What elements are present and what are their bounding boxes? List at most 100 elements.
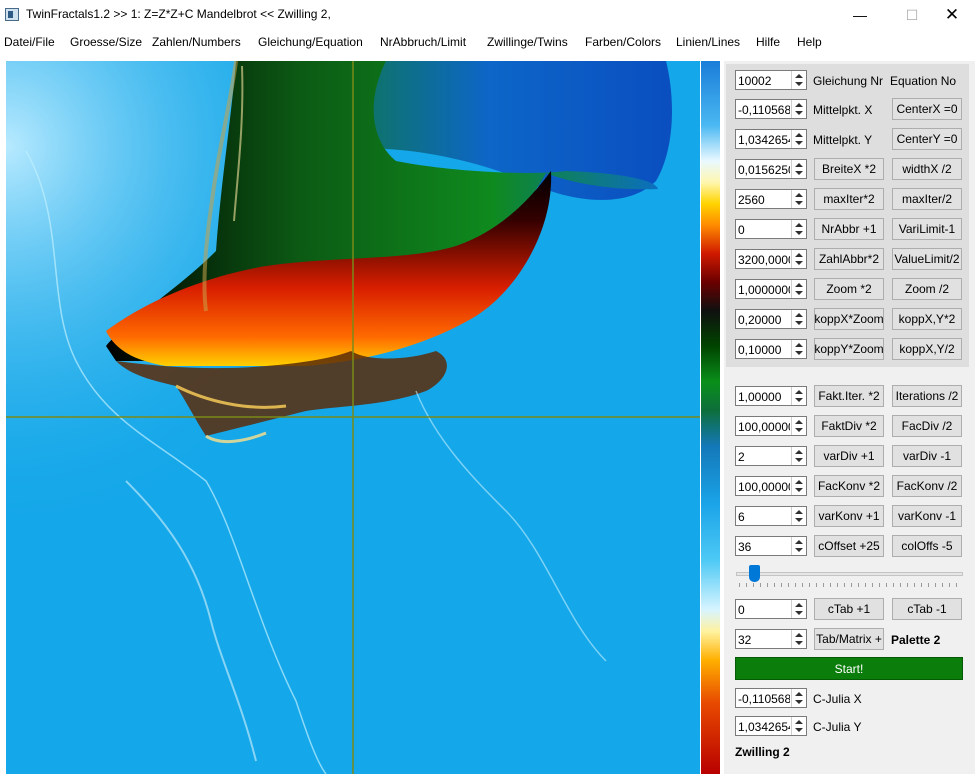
spin-down-icon[interactable] (795, 351, 803, 355)
kopp-y-spinner[interactable]: 0,10000 (735, 339, 807, 359)
spin-up-icon[interactable] (795, 390, 803, 394)
spin-down-icon[interactable] (795, 728, 803, 732)
menu-numbers[interactable]: Zahlen/Numbers (152, 35, 241, 49)
kopp-x-spinner[interactable]: 0,20000 (735, 309, 807, 329)
spin-down-icon[interactable] (795, 700, 803, 704)
width-spinner[interactable]: 0,01562500 (735, 159, 807, 179)
value-limit-half-button[interactable]: ValueLimit/2 (892, 248, 962, 270)
spin-down-icon[interactable] (795, 611, 803, 615)
spin-up-icon[interactable] (795, 193, 803, 197)
fakt-iter-spinner[interactable]: 1,00000 (735, 386, 807, 406)
spin-down-icon[interactable] (795, 82, 803, 86)
menu-lines[interactable]: Linien/Lines (676, 35, 740, 49)
menu-file[interactable]: Datei/File (4, 35, 55, 49)
spin-up-icon[interactable] (795, 223, 803, 227)
spin-down-icon[interactable] (795, 201, 803, 205)
close-button[interactable]: ✕ (929, 0, 975, 30)
kopp-x-zoom-button[interactable]: koppX*Zoom (814, 308, 884, 330)
max-iter-double-button[interactable]: maxIter*2 (814, 188, 884, 210)
spin-down-icon[interactable] (795, 261, 803, 265)
zahl-abbr-spinner[interactable]: 3200,00000 (735, 249, 807, 269)
spin-up-icon[interactable] (795, 313, 803, 317)
menu-help[interactable]: Help (797, 35, 822, 49)
menu-twins[interactable]: Zwillinge/Twins (487, 35, 568, 49)
spin-down-icon[interactable] (795, 141, 803, 145)
color-offset-slider[interactable] (736, 572, 963, 576)
equation-spinner[interactable]: 10002 (735, 70, 807, 90)
center-y-reset-button[interactable]: CenterY =0 (892, 128, 962, 150)
kopp-y-zoom-button[interactable]: koppY*Zoom (814, 338, 884, 360)
center-x-spinner[interactable]: -0,1105682 (735, 99, 807, 119)
spin-up-icon[interactable] (795, 603, 803, 607)
menu-colors[interactable]: Farben/Colors (585, 35, 661, 49)
spin-up-icon[interactable] (795, 720, 803, 724)
spin-down-icon[interactable] (795, 458, 803, 462)
spin-up-icon[interactable] (795, 510, 803, 514)
spin-down-icon[interactable] (795, 398, 803, 402)
spin-down-icon[interactable] (795, 518, 803, 522)
max-iter-spinner[interactable]: 2560 (735, 189, 807, 209)
start-button[interactable]: Start! (735, 657, 963, 680)
zoom-double-button[interactable]: Zoom *2 (814, 278, 884, 300)
c-offset-increment-button[interactable]: cOffset +25 (814, 535, 884, 557)
c-julia-x-spinner[interactable]: -0,1105682 (735, 688, 807, 708)
width-half-button[interactable]: widthX /2 (892, 158, 962, 180)
spin-up-icon[interactable] (795, 103, 803, 107)
c-tab-increment-button[interactable]: cTab +1 (814, 598, 884, 620)
spin-up-icon[interactable] (795, 74, 803, 78)
c-offset-spinner[interactable]: 36 (735, 536, 807, 556)
spin-up-icon[interactable] (795, 420, 803, 424)
menu-limit[interactable]: NrAbbruch/Limit (380, 35, 466, 49)
c-julia-y-spinner[interactable]: 1,03426542 (735, 716, 807, 736)
spin-down-icon[interactable] (795, 291, 803, 295)
nr-abbr-spinner[interactable]: 0 (735, 219, 807, 239)
fac-konv-double-button[interactable]: FacKonv *2 (814, 475, 884, 497)
iterations-half-button[interactable]: Iterations /2 (892, 385, 962, 407)
spin-down-icon[interactable] (795, 111, 803, 115)
zoom-spinner[interactable]: 1,00000000 (735, 279, 807, 299)
spin-down-icon[interactable] (795, 428, 803, 432)
minimize-button[interactable]: — (837, 0, 883, 30)
c-tab-spinner[interactable]: 0 (735, 599, 807, 619)
spin-down-icon[interactable] (795, 641, 803, 645)
c-tab-decrement-button[interactable]: cTab -1 (892, 598, 962, 620)
spin-up-icon[interactable] (795, 253, 803, 257)
spin-up-icon[interactable] (795, 163, 803, 167)
var-konv-increment-button[interactable]: varKonv +1 (814, 505, 884, 527)
col-offs-decrement-button[interactable]: colOffs -5 (892, 535, 962, 557)
var-div-spinner[interactable]: 2 (735, 446, 807, 466)
zoom-half-button[interactable]: Zoom /2 (892, 278, 962, 300)
menu-size[interactable]: Groesse/Size (70, 35, 142, 49)
spin-up-icon[interactable] (795, 343, 803, 347)
zahl-abbr-double-button[interactable]: ZahlAbbr*2 (814, 248, 884, 270)
fac-konv-spinner[interactable]: 100,00000 (735, 476, 807, 496)
spin-up-icon[interactable] (795, 450, 803, 454)
spin-up-icon[interactable] (795, 692, 803, 696)
nr-abbr-increment-button[interactable]: NrAbbr +1 (814, 218, 884, 240)
menu-hilfe[interactable]: Hilfe (756, 35, 780, 49)
width-double-button[interactable]: BreiteX *2 (814, 158, 884, 180)
spin-up-icon[interactable] (795, 283, 803, 287)
spin-up-icon[interactable] (795, 133, 803, 137)
vari-limit-decrement-button[interactable]: VariLimit-1 (892, 218, 962, 240)
var-div-decrement-button[interactable]: varDiv -1 (892, 445, 962, 467)
center-y-spinner[interactable]: 1,03426542 (735, 129, 807, 149)
fac-konv-half-button[interactable]: FacKonv /2 (892, 475, 962, 497)
fakt-iter-double-button[interactable]: Fakt.Iter. *2 (814, 385, 884, 407)
spin-down-icon[interactable] (795, 321, 803, 325)
slider-thumb[interactable] (748, 565, 760, 582)
fac-div-half-button[interactable]: FacDiv /2 (892, 415, 962, 437)
spin-up-icon[interactable] (795, 633, 803, 637)
fakt-div-double-button[interactable]: FaktDiv *2 (814, 415, 884, 437)
spin-down-icon[interactable] (795, 171, 803, 175)
fractal-canvas[interactable] (6, 61, 700, 774)
var-konv-spinner[interactable]: 6 (735, 506, 807, 526)
var-konv-decrement-button[interactable]: varKonv -1 (892, 505, 962, 527)
center-x-reset-button[interactable]: CenterX =0 (892, 98, 962, 120)
menu-equation[interactable]: Gleichung/Equation (258, 35, 363, 49)
kopp-xy-double-button[interactable]: koppX,Y*2 (892, 308, 962, 330)
spin-up-icon[interactable] (795, 540, 803, 544)
spin-up-icon[interactable] (795, 480, 803, 484)
spin-down-icon[interactable] (795, 231, 803, 235)
max-iter-half-button[interactable]: maxIter/2 (892, 188, 962, 210)
